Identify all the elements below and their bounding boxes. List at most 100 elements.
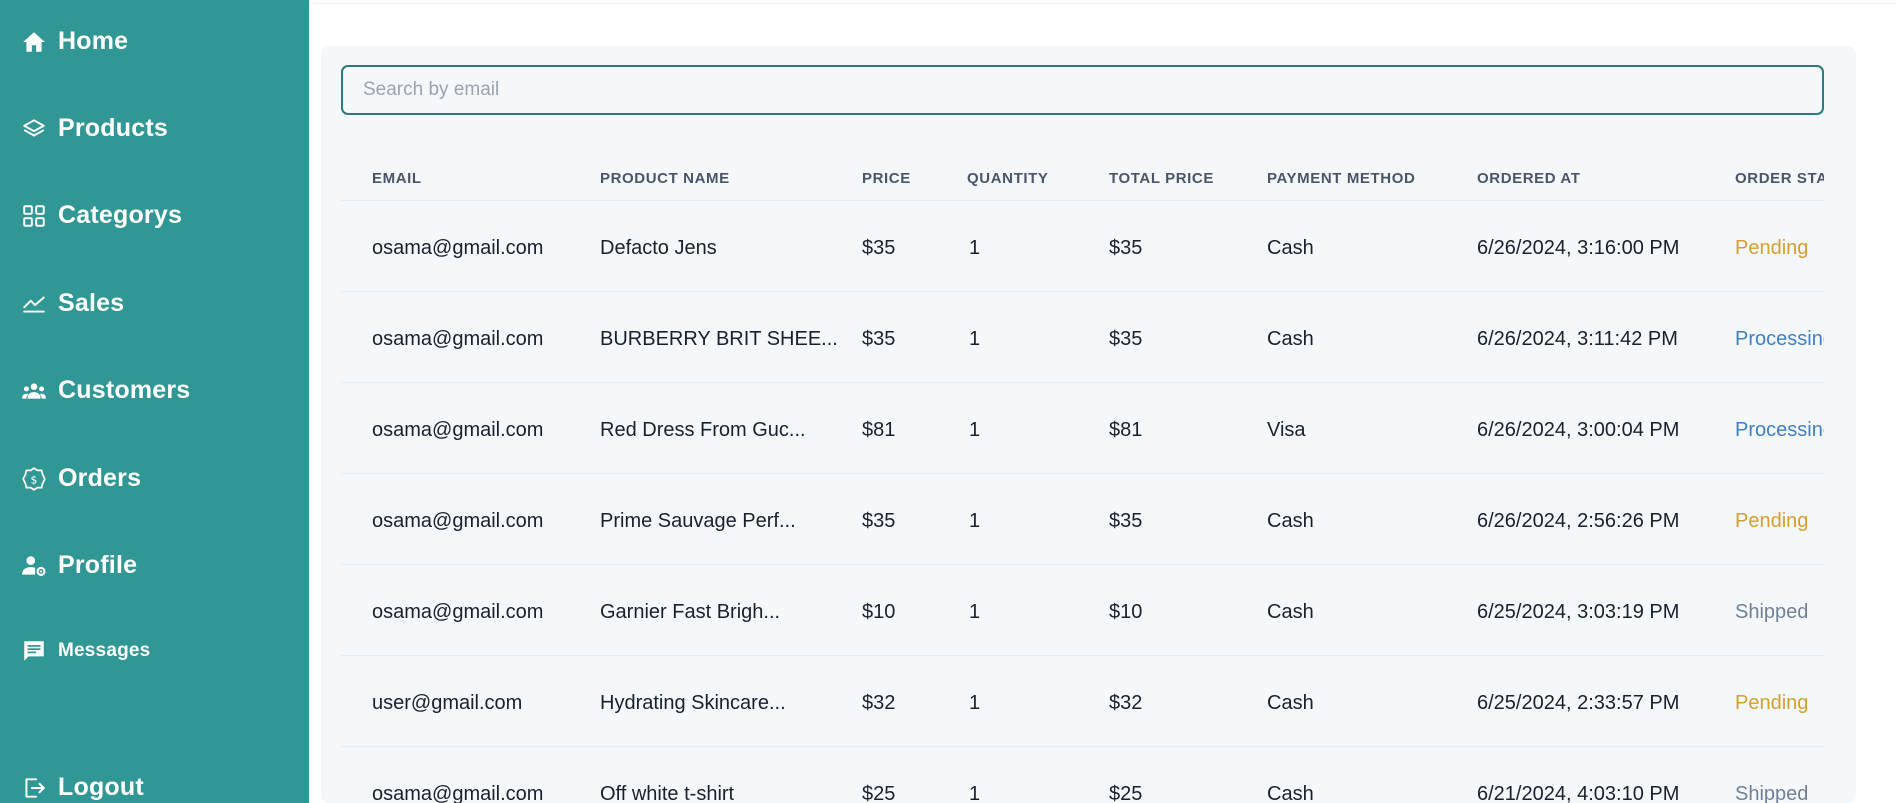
table-header: EMAIL PRODUCT NAME PRICE QUANTITY TOTAL … — [341, 156, 1824, 201]
cell-product-name: BURBERRY BRIT SHEE... — [600, 328, 838, 350]
cell-ordered-at: 6/26/2024, 3:16:00 PM — [1477, 237, 1680, 259]
cell-quantity: 1 — [969, 692, 981, 714]
column-header-price[interactable]: PRICE — [862, 170, 911, 187]
sidebar-item-profile[interactable]: Profile — [20, 551, 137, 580]
sidebar-item-label: Orders — [58, 464, 142, 492]
column-header-product-name[interactable]: PRODUCT NAME — [600, 170, 730, 187]
sidebar-item-label: Products — [58, 114, 168, 142]
cell-total-price: $35 — [1109, 237, 1143, 259]
status-badge: Pending — [1735, 237, 1809, 259]
cell-payment-method: Cash — [1267, 601, 1314, 623]
cell-quantity: 1 — [969, 328, 981, 350]
cell-total-price: $35 — [1109, 328, 1143, 350]
status-badge: Shipped — [1735, 601, 1809, 623]
sidebar-item-label: Categorys — [58, 201, 183, 229]
cell-product-name: Hydrating Skincare... — [600, 692, 786, 714]
cell-price: $35 — [862, 237, 896, 259]
cell-ordered-at: 6/25/2024, 2:33:57 PM — [1477, 692, 1680, 714]
cell-price: $10 — [862, 601, 896, 623]
column-header-total-price[interactable]: TOTAL PRICE — [1109, 170, 1214, 187]
column-header-quantity[interactable]: QUANTITY — [967, 170, 1048, 187]
column-header-ordered-at[interactable]: ORDERED AT — [1477, 170, 1581, 187]
orders-card: EMAIL PRODUCT NAME PRICE QUANTITY TOTAL … — [321, 46, 1856, 803]
sidebar-item-label: Sales — [58, 289, 125, 317]
cell-email: osama@gmail.com — [372, 510, 544, 532]
column-header-payment-method[interactable]: PAYMENT METHOD — [1267, 170, 1415, 187]
sidebar-item-label: Customers — [58, 376, 191, 404]
grid-icon — [20, 202, 48, 230]
sidebar-item-label: Profile — [58, 551, 138, 579]
cell-ordered-at: 6/26/2024, 3:11:42 PM — [1477, 328, 1678, 350]
cell-quantity: 1 — [969, 510, 981, 532]
cell-quantity: 1 — [969, 601, 981, 623]
sidebar-item-categorys[interactable]: Categorys — [20, 201, 182, 230]
cell-total-price: $35 — [1109, 510, 1143, 532]
dollar-badge-icon: $ — [20, 465, 48, 493]
cell-email: osama@gmail.com — [372, 601, 544, 623]
cell-price: $35 — [862, 328, 896, 350]
search-input[interactable] — [343, 67, 1822, 113]
cell-quantity: 1 — [969, 237, 981, 259]
cell-payment-method: Cash — [1267, 783, 1314, 803]
cell-payment-method: Cash — [1267, 510, 1314, 532]
cell-product-name: Garnier Fast Brigh... — [600, 601, 781, 623]
column-header-email[interactable]: EMAIL — [372, 170, 422, 187]
sidebar-item-label: Messages — [58, 640, 151, 661]
top-divider — [309, 0, 1896, 4]
table-row[interactable]: osama@gmail.com Prime Sauvage Perf... $3… — [341, 474, 1824, 565]
cell-payment-method: Cash — [1267, 692, 1314, 714]
cell-email: osama@gmail.com — [372, 328, 544, 350]
sidebar-item-label: Home — [58, 27, 129, 55]
cell-ordered-at: 6/25/2024, 3:03:19 PM — [1477, 601, 1680, 623]
sidebar-item-customers[interactable]: Customers — [20, 376, 190, 405]
layers-icon — [20, 115, 48, 143]
status-badge: Pending — [1735, 692, 1809, 714]
message-icon — [20, 637, 48, 665]
cell-email: user@gmail.com — [372, 692, 523, 714]
status-badge: Processing — [1735, 419, 1824, 441]
cell-ordered-at: 6/26/2024, 2:56:26 PM — [1477, 510, 1680, 532]
status-badge: Processing — [1735, 328, 1824, 350]
cell-total-price: $10 — [1109, 601, 1143, 623]
cell-total-price: $25 — [1109, 783, 1143, 803]
chart-line-icon — [20, 290, 48, 318]
sidebar-item-sales[interactable]: Sales — [20, 289, 124, 318]
table-row[interactable]: osama@gmail.com Defacto Jens $35 1 $35 C… — [341, 201, 1824, 292]
search-box — [341, 65, 1824, 115]
cell-product-name: Off white t-shirt — [600, 783, 735, 803]
app-root: Home Products Categorys Sales Customers — [0, 0, 1896, 803]
cell-price: $25 — [862, 783, 896, 803]
cell-payment-method: Cash — [1267, 328, 1314, 350]
cell-quantity: 1 — [969, 419, 981, 441]
cell-ordered-at: 6/26/2024, 3:00:04 PM — [1477, 419, 1680, 441]
sidebar-item-label: Logout — [58, 773, 144, 801]
users-icon — [20, 377, 48, 405]
cell-payment-method: Visa — [1267, 419, 1306, 441]
table-row[interactable]: osama@gmail.com Off white t-shirt $25 1 … — [341, 747, 1824, 803]
cell-email: osama@gmail.com — [372, 783, 544, 803]
cell-email: osama@gmail.com — [372, 237, 544, 259]
column-header-order-status[interactable]: ORDER STATUS — [1735, 170, 1824, 187]
table-row[interactable]: user@gmail.com Hydrating Skincare... $32… — [341, 656, 1824, 747]
cell-product-name: Prime Sauvage Perf... — [600, 510, 796, 532]
table-row[interactable]: osama@gmail.com Garnier Fast Brigh... $1… — [341, 565, 1824, 656]
cell-product-name: Red Dress From Guc... — [600, 419, 806, 441]
cell-email: osama@gmail.com — [372, 419, 544, 441]
status-badge: Pending — [1735, 510, 1809, 532]
cell-ordered-at: 6/21/2024, 4:03:10 PM — [1477, 783, 1680, 803]
sidebar-item-home[interactable]: Home — [20, 27, 128, 56]
sidebar-item-messages[interactable]: Messages — [20, 637, 150, 665]
cell-payment-method: Cash — [1267, 237, 1314, 259]
cell-total-price: $81 — [1109, 419, 1143, 441]
sidebar-item-logout[interactable]: Logout — [20, 773, 144, 802]
cell-price: $35 — [862, 510, 896, 532]
sidebar-item-products[interactable]: Products — [20, 114, 168, 143]
logout-icon — [20, 774, 48, 802]
home-icon — [20, 28, 48, 56]
sidebar-item-orders[interactable]: $ Orders — [20, 464, 141, 493]
table-row[interactable]: osama@gmail.com BURBERRY BRIT SHEE... $3… — [341, 292, 1824, 383]
main-content: EMAIL PRODUCT NAME PRICE QUANTITY TOTAL … — [309, 0, 1896, 803]
cell-price: $32 — [862, 692, 896, 714]
sidebar: Home Products Categorys Sales Customers — [0, 0, 309, 803]
table-row[interactable]: osama@gmail.com Red Dress From Guc... $8… — [341, 383, 1824, 474]
